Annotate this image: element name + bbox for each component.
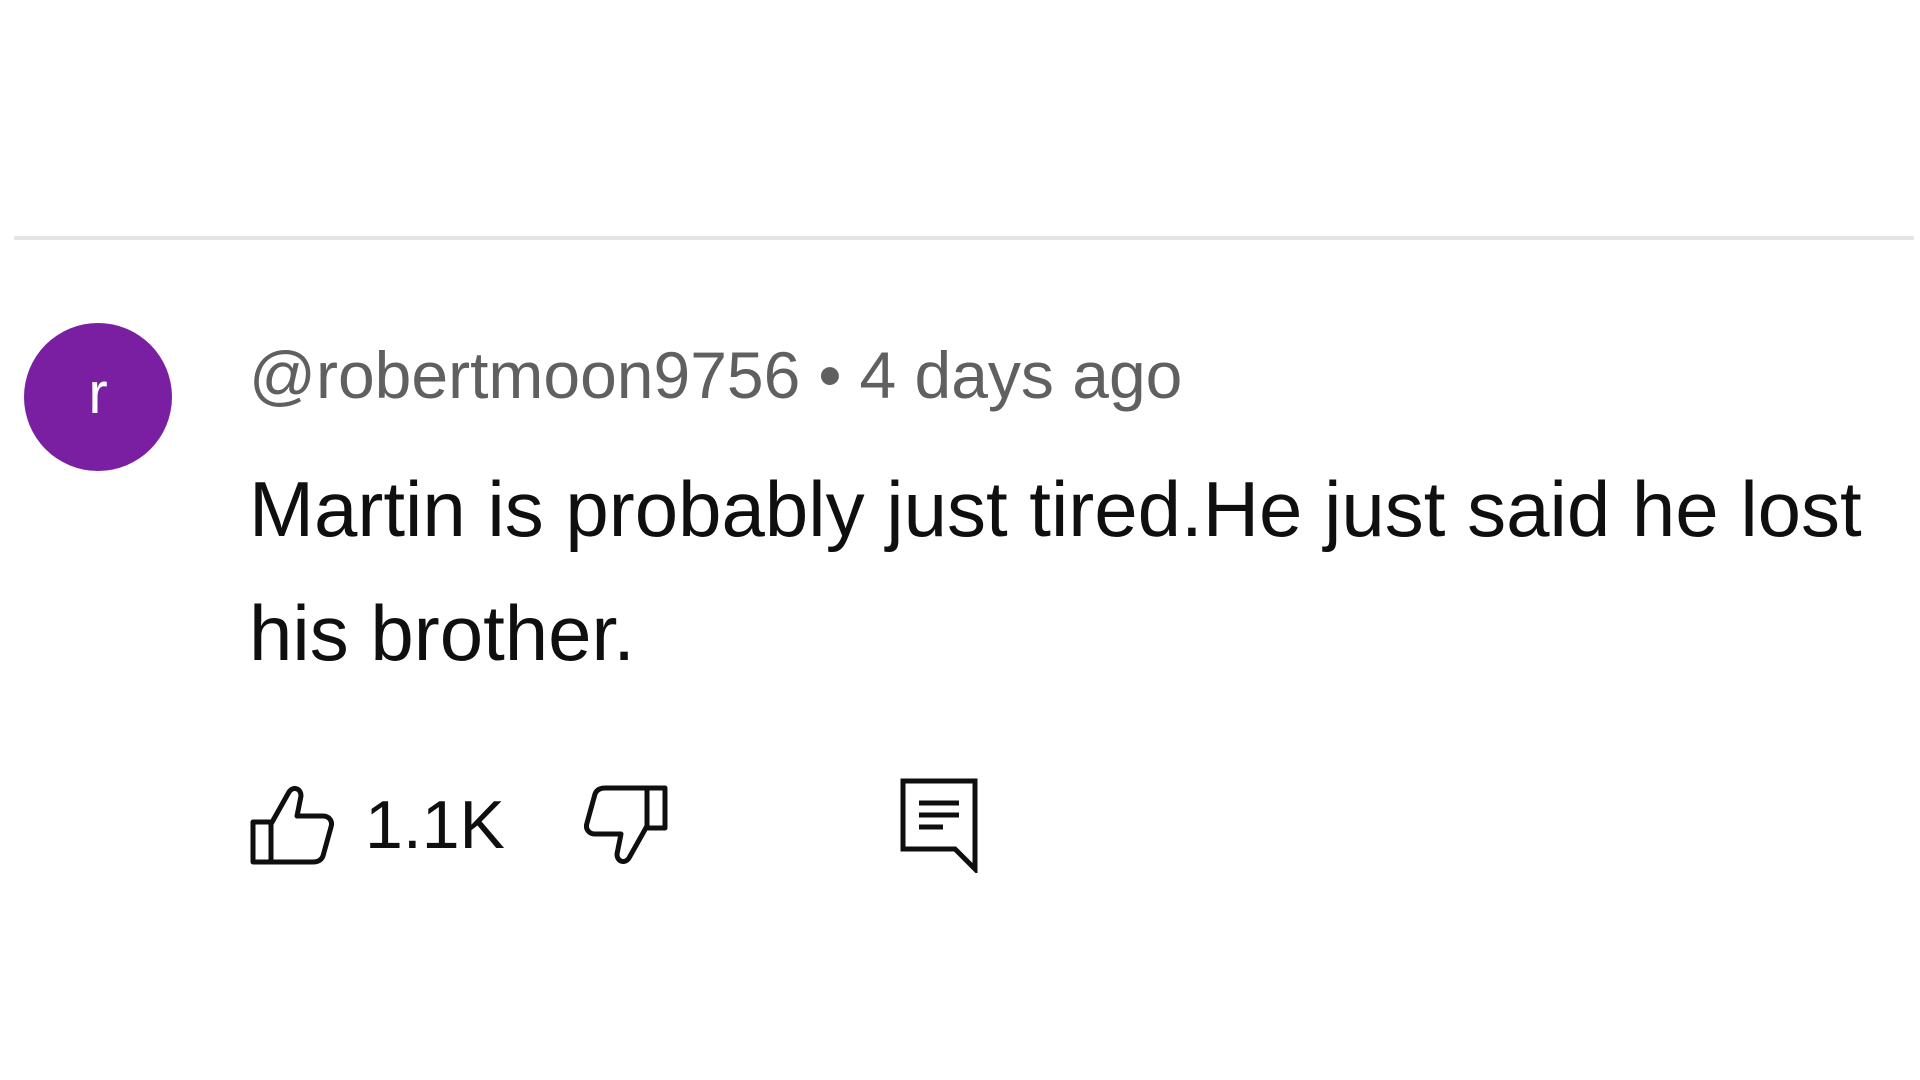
like-button[interactable] (249, 784, 335, 866)
thumbs-up-icon (250, 786, 334, 865)
comment-timestamp[interactable]: 4 days ago (859, 335, 1182, 415)
avatar-letter: r (88, 361, 108, 426)
reply-comment-icon (900, 778, 978, 873)
dislike-button[interactable] (583, 784, 669, 866)
meta-separator: • (818, 338, 842, 412)
like-count: 1.1K (365, 787, 505, 863)
avatar[interactable]: r (24, 323, 172, 471)
author-handle[interactable]: @robertmoon9756 (249, 335, 800, 415)
comment-text: Martin is probably just tired.He just sa… (249, 465, 1862, 677)
section-divider (14, 236, 1914, 240)
comment-meta: @robertmoon9756 • 4 days ago (249, 335, 1182, 415)
comment-actions: 1.1K (249, 775, 979, 875)
thumbs-down-icon (583, 785, 668, 864)
reply-button[interactable] (899, 777, 979, 873)
